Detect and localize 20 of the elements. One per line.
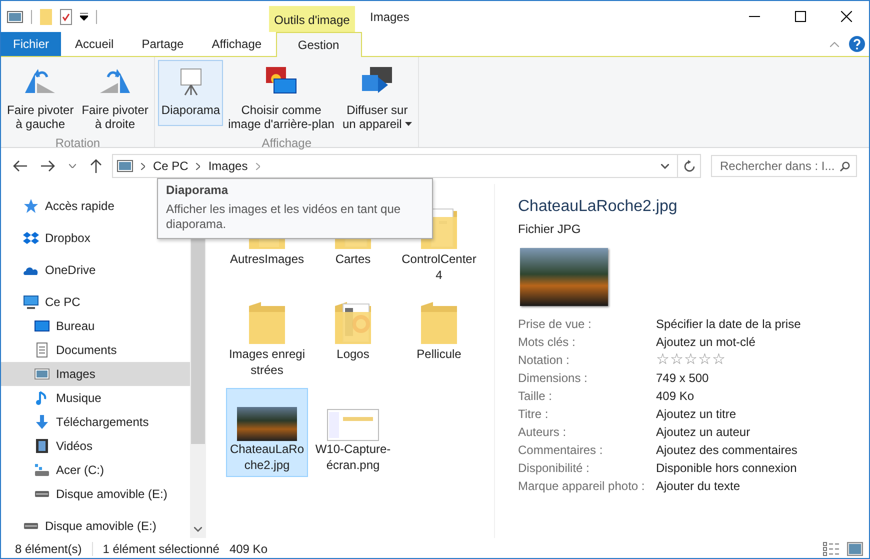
context-tab-label: Outils d'image (269, 6, 355, 32)
ribbon-group-label: Affichage (262, 136, 312, 152)
details-title: ChateauLaRoche2.jpg (518, 198, 678, 216)
property-label: Dimensions : (518, 370, 588, 386)
file-type: Fichier JPG (518, 222, 582, 236)
property-label: Taille : (518, 388, 554, 404)
property-label: Commentaires : (518, 442, 604, 458)
item-count: 8 élément(s) (15, 542, 83, 556)
tooltip: Diaporama Afficher les images et les vidéos en tant que diaporama. (157, 178, 433, 239)
ribbon-group-label: Rotation (55, 136, 100, 152)
property-label: Prise de vue : (518, 316, 592, 332)
property-label: Marque appareil photo : (518, 478, 646, 494)
selection-info: 1 élément sélectionné (92, 542, 230, 556)
window-title: Images (369, 9, 410, 26)
property-label: Notation : (518, 352, 570, 368)
property-label: Disponibilité : (518, 460, 590, 476)
selection-size: 409 Ko (229, 542, 268, 556)
property-label: Auteurs : (518, 424, 568, 440)
property-label: Mots clés : (518, 334, 576, 350)
property-label: Titre : (518, 406, 550, 422)
